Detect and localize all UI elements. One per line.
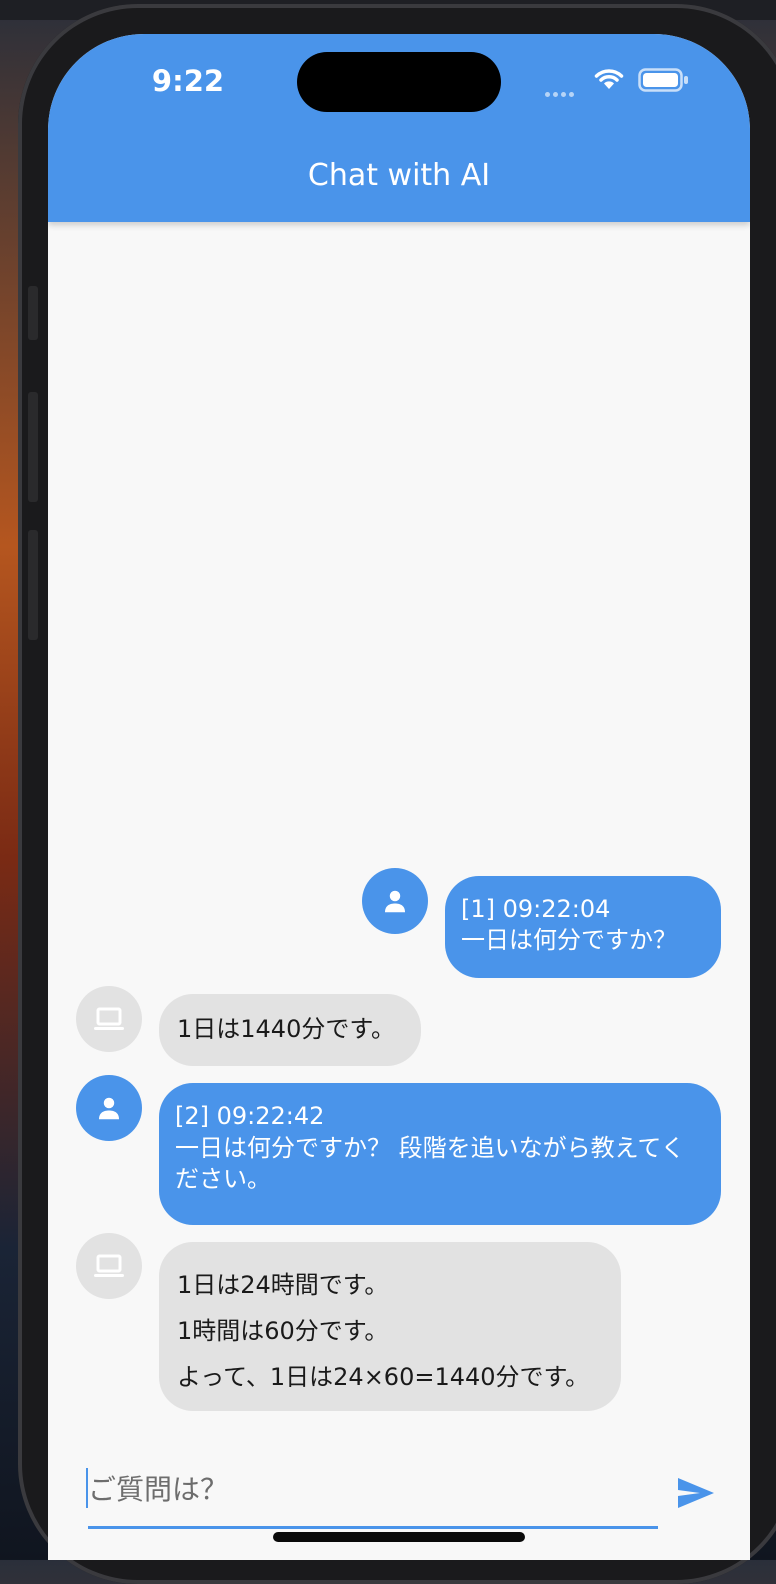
message-bubble-ai: 1日は24時間です。 1時間は60分です。 よって、1日は24×60=1440分… — [159, 1242, 621, 1411]
person-icon — [99, 1097, 119, 1120]
phone-screen: 9:22 Chat with AI [1] 09:22:04 一日は何分ですか？ — [48, 34, 750, 1560]
send-icon — [678, 1477, 714, 1508]
laptop-icon — [94, 1254, 124, 1277]
message-bubble-user: [1] 09:22:04 一日は何分ですか？ — [445, 876, 721, 978]
message-text: 1日は1440分です。 — [177, 1015, 395, 1043]
user-avatar — [362, 868, 428, 934]
home-indicator — [273, 1532, 525, 1542]
input-underline — [88, 1526, 658, 1529]
message-composer — [48, 1454, 750, 1560]
cellular-signal-icon — [545, 82, 577, 101]
message-text: 一日は何分ですか？ 段階を追いながら教えてください。 — [175, 1133, 685, 1194]
battery-icon — [638, 68, 688, 92]
silent-switch — [28, 286, 38, 340]
laptop-icon — [94, 1007, 124, 1030]
message-text-line: 1時間は60分です。 — [177, 1317, 389, 1345]
page-title: Chat with AI — [307, 158, 491, 193]
volume-up-button — [28, 392, 38, 502]
person-icon — [385, 890, 405, 913]
wifi-icon — [594, 69, 624, 89]
app-bar: 9:22 Chat with AI — [48, 34, 750, 222]
message-text: 一日は何分ですか？ — [461, 926, 677, 955]
message-text-line: 1日は24時間です。 — [177, 1271, 389, 1299]
message-text-line: よって、1日は24×60=1440分です。 — [177, 1363, 590, 1391]
volume-down-button — [28, 530, 38, 640]
ai-avatar — [76, 1233, 142, 1299]
message-bubble-user: [2] 09:22:42 一日は何分ですか？ 段階を追いながら教えてください。 — [159, 1083, 721, 1225]
message-bubble-ai: 1日は1440分です。 — [159, 994, 421, 1066]
dynamic-island — [297, 52, 501, 112]
status-time: 9:22 — [151, 64, 225, 98]
question-input[interactable] — [88, 1464, 658, 1514]
message-timestamp: [1] 09:22:04 — [461, 895, 611, 923]
message-timestamp: [2] 09:22:42 — [175, 1102, 325, 1130]
user-avatar — [76, 1075, 142, 1141]
send-button[interactable] — [676, 1474, 716, 1514]
ai-avatar — [76, 986, 142, 1052]
